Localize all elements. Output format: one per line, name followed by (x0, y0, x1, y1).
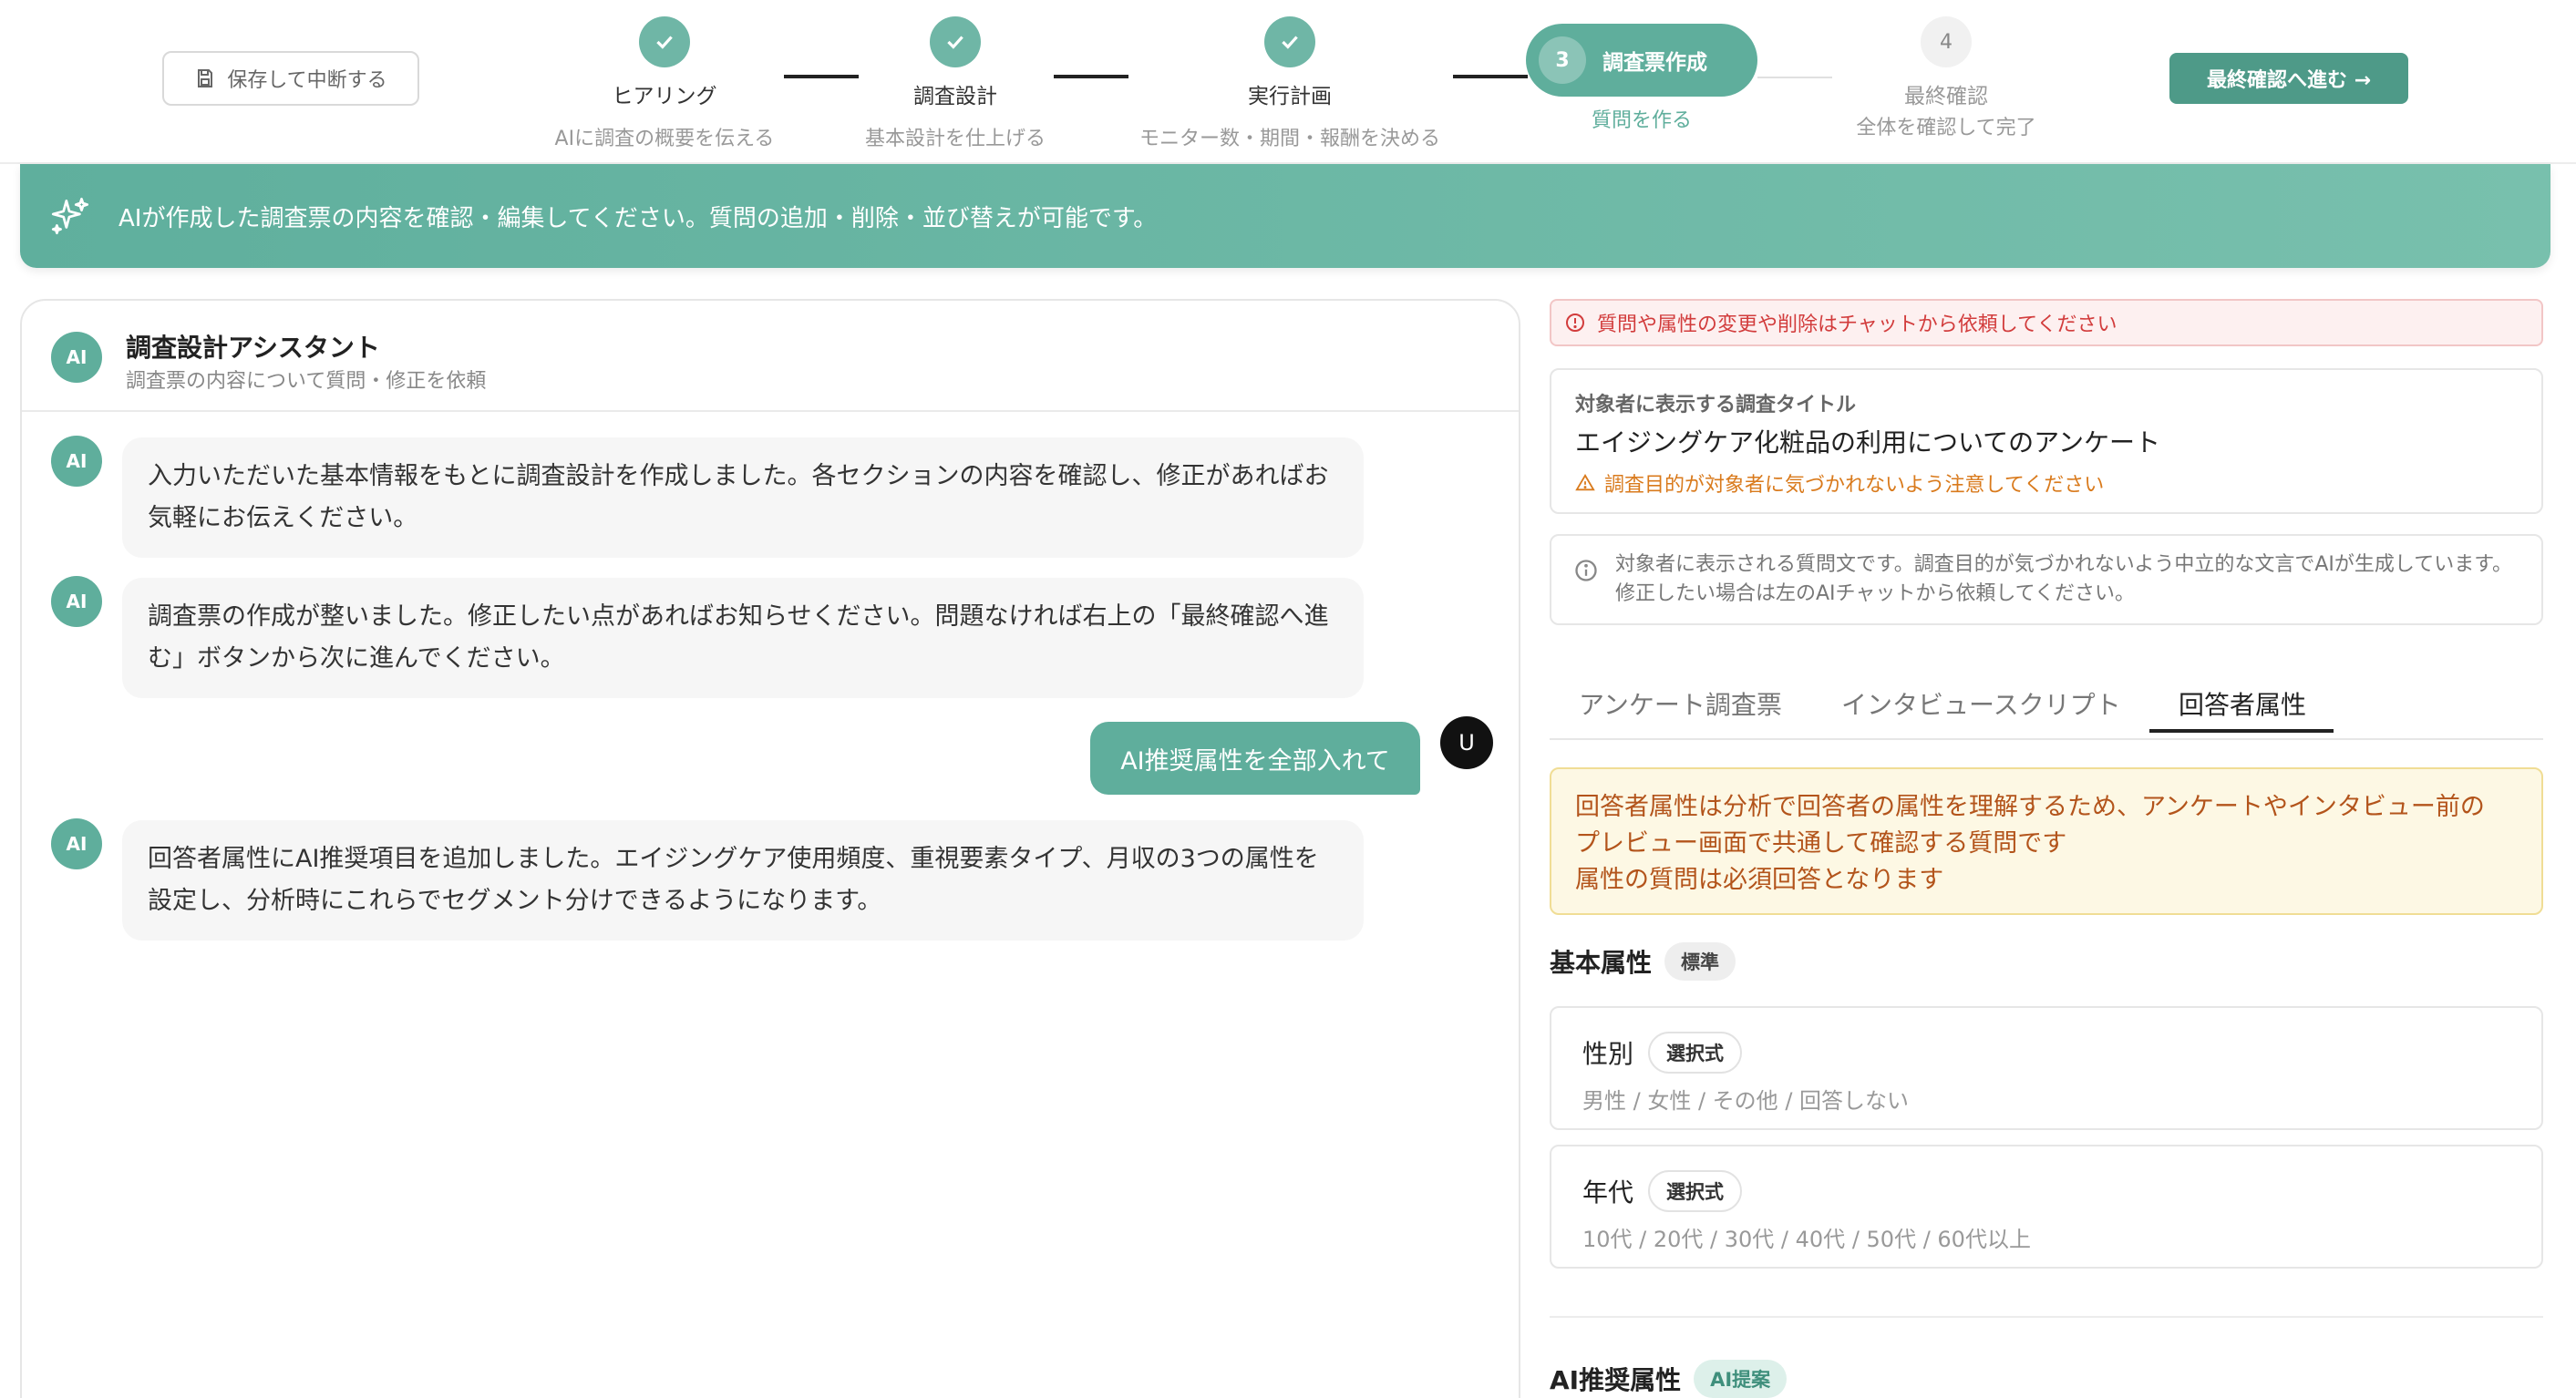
save-button-label: 保存して中断する (227, 69, 387, 92)
attribute-name: 年代 (1582, 1177, 1634, 1208)
step-connector (1054, 75, 1128, 78)
step-connector (784, 75, 859, 78)
basic-attributes-heading: 基本属性 標準 (1550, 942, 1736, 981)
info-text: 対象者に表示される質問文です。調査目的が気づかれないよう中立的な文言でAIが生成… (1615, 553, 2513, 605)
attribute-type-badge: 選択式 (1648, 1032, 1743, 1074)
step-number: 4 (1921, 16, 1972, 67)
survey-title-caution: 調査目的が対象者に気づかれないよう注意してください (1575, 468, 2104, 498)
standard-badge: 標準 (1664, 942, 1736, 981)
chat-subtitle: 調査票の内容について質問・修正を依頼 (126, 370, 487, 393)
step-connector (1757, 77, 1832, 78)
header-stepper: 保存して中断する ヒアリング AIに調査の概要を伝える 調査設計 基本設計を仕上… (0, 0, 2576, 164)
attributes-notice: 回答者属性は分析で回答者の属性を理解するため、アンケートやインタビュー前の プレ… (1550, 767, 2543, 915)
section-title: AI推奨属性 (1550, 1365, 1682, 1395)
ai-message: 入力いただいた基本情報をもとに調査設計を作成しました。各セクションの内容を確認し… (122, 437, 1364, 558)
check-icon (639, 16, 690, 67)
section-title: 基本属性 (1550, 948, 1653, 978)
step-subtitle: AIに調査の概要を伝える (554, 128, 775, 150)
check-icon (1264, 16, 1315, 67)
step-title: 調査票作成 (1602, 51, 1707, 75)
step-connector (1453, 75, 1528, 78)
edit-warning-alert: 質問や属性の変更や削除はチャットから依頼してください (1550, 299, 2543, 346)
save-icon (198, 69, 213, 87)
step-design: 調査設計 基本設計を仕上げる (857, 16, 1054, 151)
notice-line: 回答者属性は分析で回答者の属性を理解するため、アンケートやインタビュー前の (1575, 793, 2485, 821)
notice-line: プレビュー画面で共通して確認する質問です (1575, 829, 2067, 858)
assistant-chat-panel: AI 調査設計アシスタント 調査票の内容について質問・修正を依頼 AI 入力いた… (20, 299, 1520, 1398)
sparkle-icon (51, 197, 89, 235)
warning-triangle-icon (1575, 473, 1595, 491)
notice-line: 属性の質問は必須回答となります (1575, 866, 1944, 894)
step-number: 3 (1539, 36, 1586, 84)
info-icon (1575, 560, 1597, 581)
question-text-info: 対象者に表示される質問文です。調査目的が気づかれないよう中立的な文言でAIが生成… (1550, 534, 2543, 625)
tab-survey[interactable]: アンケート調査票 (1579, 685, 1782, 722)
alert-circle-icon (1566, 314, 1584, 332)
ai-avatar: AI (51, 436, 102, 487)
save-and-pause-button[interactable]: 保存して中断する (162, 51, 419, 106)
step-subtitle: 全体を確認して完了 (1856, 117, 2036, 139)
step-title: 調査設計 (913, 85, 997, 108)
proceed-to-final-button[interactable]: 最終確認へ進む → (2169, 53, 2408, 104)
ai-avatar: AI (51, 818, 102, 869)
survey-title-label: 対象者に表示する調査タイトル (1575, 394, 1857, 416)
ai-message: 調査票の作成が整いました。修正したい点があればお知らせください。問題なければ右上… (122, 578, 1364, 698)
survey-title-value: エイジングケア化粧品の利用についてのアンケート (1575, 427, 2161, 457)
step-plan: 実行計画 モニター数・期間・報酬を決める (1127, 16, 1453, 151)
attribute-card-gender[interactable]: 性別 選択式 男性 / 女性 / その他 / 回答しない (1550, 1006, 2543, 1130)
chat-title: 調査設計アシスタント (126, 333, 380, 363)
ai-avatar: AI (51, 576, 102, 627)
attribute-name: 性別 (1582, 1039, 1634, 1069)
step-final-check: 4 最終確認 全体を確認して完了 (1856, 16, 2036, 139)
chat-header: AI 調査設計アシスタント 調査票の内容について質問・修正を依頼 (22, 301, 1519, 412)
survey-title-card: 対象者に表示する調査タイトル エイジングケア化粧品の利用についてのアンケート 調… (1550, 368, 2543, 514)
active-tab-indicator (2149, 729, 2334, 733)
ai-avatar: AI (51, 332, 102, 383)
step-subtitle: モニター数・期間・報酬を決める (1139, 128, 1440, 150)
step-subtitle: 質問を作る (1591, 109, 1692, 132)
tab-respondent-attributes[interactable]: 回答者属性 (2179, 685, 2306, 722)
step-hearing: ヒアリング AIに調査の概要を伝える (545, 16, 784, 151)
step-title: 実行計画 (1248, 85, 1332, 108)
ai-attributes-heading: AI推奨属性 AI提案 (1550, 1360, 1788, 1398)
step-title: ヒアリング (612, 85, 717, 108)
step-title: 最終確認 (1904, 85, 1988, 108)
warning-text: 質問や属性の変更や削除はチャットから依頼してください (1597, 314, 2117, 336)
user-message: AI推奨属性を全部入れて (1090, 722, 1420, 795)
attribute-options: 10代 / 20代 / 30代 / 40代 / 50代 / 60代以上 (1582, 1227, 2031, 1252)
ai-message: 回答者属性にAI推奨項目を追加しました。エイジングケア使用頻度、重視要素タイプ、… (122, 820, 1364, 941)
ai-info-banner: AIが作成した調査票の内容を確認・編集してください。質問の追加・削除・並び替えが… (20, 164, 2550, 268)
ai-suggestion-badge: AI提案 (1694, 1360, 1788, 1398)
section-divider (1550, 1316, 2543, 1318)
step-subtitle: 基本設計を仕上げる (864, 128, 1046, 150)
tab-interview-script[interactable]: インタビュースクリプト (1841, 685, 2121, 722)
step-questionnaire-active: 3 調査票作成 (1526, 24, 1757, 97)
caution-text: 調査目的が対象者に気づかれないよう注意してください (1604, 474, 2105, 497)
attribute-options: 男性 / 女性 / その他 / 回答しない (1582, 1088, 1910, 1114)
banner-text: AIが作成した調査票の内容を確認・編集してください。質問の追加・削除・並び替えが… (118, 204, 1158, 232)
attribute-card-age[interactable]: 年代 選択式 10代 / 20代 / 30代 / 40代 / 50代 / 60代… (1550, 1145, 2543, 1269)
check-icon (930, 16, 981, 67)
attribute-type-badge: 選択式 (1648, 1170, 1743, 1212)
user-avatar: U (1440, 716, 1493, 769)
tab-bar: アンケート調査票 インタビュースクリプト 回答者属性 (1550, 667, 2543, 740)
